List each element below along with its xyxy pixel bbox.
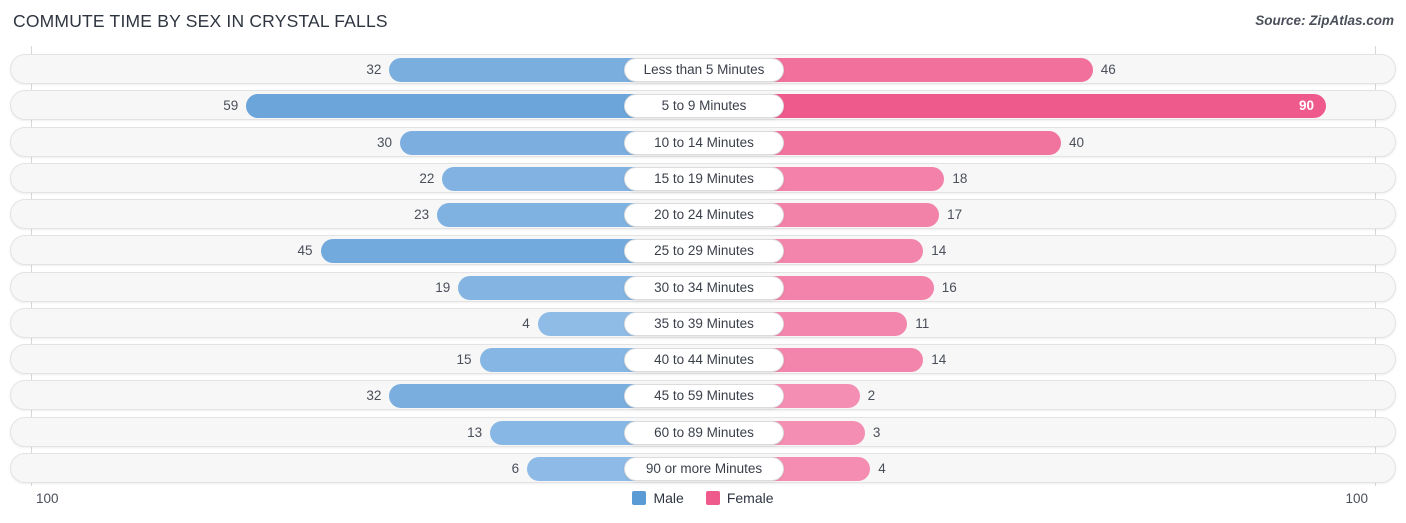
value-label-female: 2 bbox=[867, 388, 876, 404]
value-label-female: 18 bbox=[952, 170, 968, 186]
category-label-pill: 45 to 59 Minutes bbox=[624, 384, 784, 409]
page-title: COMMUTE TIME BY SEX IN CRYSTAL FALLS bbox=[13, 11, 388, 31]
value-label-male: 6 bbox=[511, 460, 520, 476]
legend-label: Female bbox=[726, 490, 774, 506]
category-label-pill: 20 to 24 Minutes bbox=[624, 203, 784, 227]
category-label-pill: 15 to 19 Minutes bbox=[624, 166, 784, 191]
category-label-pill: 25 to 29 Minutes bbox=[624, 239, 784, 264]
table-row[interactable]: 32 2 45 to 59 Minutes bbox=[10, 380, 1396, 411]
value-label-male: 15 bbox=[456, 352, 472, 367]
legend-item-female[interactable]: Female bbox=[705, 490, 774, 506]
value-label-male: 59 bbox=[223, 98, 239, 114]
value-label-female: 4 bbox=[878, 460, 886, 476]
category-label-pill: 90 or more Minutes bbox=[624, 456, 784, 481]
value-label-female: 40 bbox=[1069, 134, 1085, 150]
table-row[interactable]: 32 46 Less than 5 Minutes bbox=[10, 54, 1396, 84]
legend-item-male[interactable]: Male bbox=[632, 490, 684, 506]
value-label-female: 90 bbox=[1298, 98, 1314, 114]
table-row[interactable]: 22 18 15 to 19 Minutes bbox=[10, 162, 1396, 193]
value-label-male: 22 bbox=[419, 170, 435, 186]
chart-plot-area: 32 46 Less than 5 Minutes 59 90 5 to 9 Minute… bbox=[0, 46, 1406, 486]
chart-footer: 100 100 Male Female bbox=[0, 486, 1406, 523]
value-label-male: 19 bbox=[435, 279, 451, 295]
value-label-female: 3 bbox=[872, 424, 881, 440]
value-label-female: 16 bbox=[941, 279, 957, 295]
table-row[interactable]: 6 4 90 or more Minutes bbox=[10, 452, 1396, 483]
value-label-male: 45 bbox=[297, 243, 313, 259]
bar-female[interactable] bbox=[704, 94, 1326, 119]
category-label-pill: Less than 5 Minutes bbox=[624, 58, 784, 82]
value-label-female: 11 bbox=[915, 315, 930, 331]
category-label-pill: 30 to 34 Minutes bbox=[624, 275, 784, 300]
table-row[interactable]: 45 14 25 to 29 Minutes bbox=[10, 235, 1396, 266]
category-label-pill: 10 to 14 Minutes bbox=[624, 130, 784, 155]
value-label-female: 14 bbox=[931, 352, 947, 367]
value-label-female: 14 bbox=[931, 243, 947, 259]
value-label-male: 4 bbox=[522, 315, 530, 331]
chart-header: COMMUTE TIME BY SEX IN CRYSTAL FALLS Sou… bbox=[0, 0, 1406, 46]
chart-legend: Male Female bbox=[0, 490, 1406, 506]
source-attribution: Source: ZipAtlas.com bbox=[1255, 13, 1394, 28]
value-label-male: 32 bbox=[366, 62, 382, 77]
legend-swatch-icon bbox=[705, 491, 720, 505]
legend-swatch-icon bbox=[632, 491, 647, 505]
legend-label: Male bbox=[653, 490, 684, 506]
category-label-pill: 60 to 89 Minutes bbox=[624, 420, 784, 445]
value-label-male: 32 bbox=[366, 388, 382, 404]
table-row[interactable]: 23 17 20 to 24 Minutes bbox=[10, 199, 1396, 229]
table-row[interactable]: 4 11 35 to 39 Minutes bbox=[10, 307, 1396, 338]
category-label-pill: 40 to 44 Minutes bbox=[624, 348, 784, 372]
value-label-female: 17 bbox=[947, 207, 963, 222]
value-label-male: 23 bbox=[414, 207, 430, 222]
table-row[interactable]: 19 16 30 to 34 Minutes bbox=[10, 271, 1396, 302]
value-label-male: 30 bbox=[376, 134, 392, 150]
table-row[interactable]: 59 90 5 to 9 Minutes bbox=[10, 90, 1396, 121]
value-label-female: 46 bbox=[1100, 62, 1116, 77]
category-label-pill: 35 to 39 Minutes bbox=[624, 311, 784, 336]
category-label-pill: 5 to 9 Minutes bbox=[624, 94, 784, 119]
table-row[interactable]: 13 3 60 to 89 Minutes bbox=[10, 416, 1396, 447]
value-label-male: 13 bbox=[467, 424, 483, 440]
table-row[interactable]: 15 14 40 to 44 Minutes bbox=[10, 344, 1396, 374]
table-row[interactable]: 30 40 10 to 14 Minutes bbox=[10, 126, 1396, 157]
